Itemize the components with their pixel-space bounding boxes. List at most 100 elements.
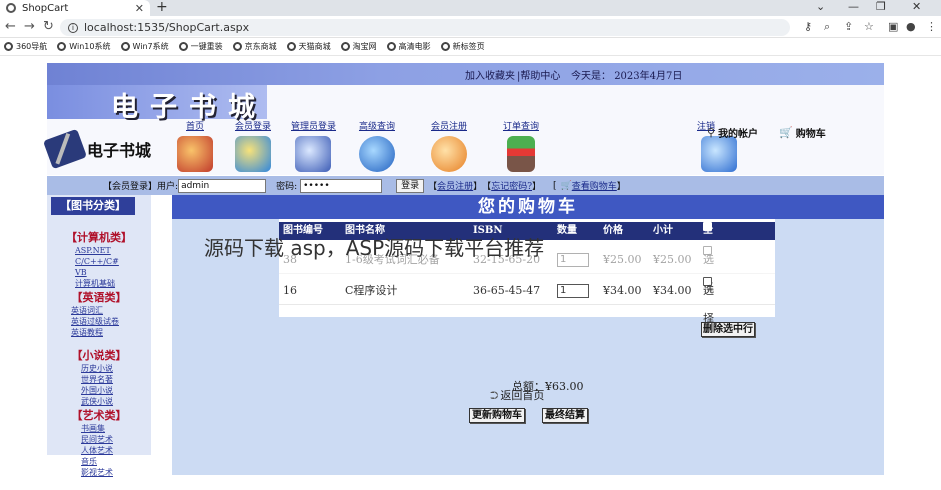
bookmark-item[interactable]: 天猫商城 bbox=[286, 41, 331, 52]
login-button[interactable]: 登录 bbox=[396, 178, 425, 193]
category-link[interactable]: 英语词汇 bbox=[47, 305, 151, 316]
category-link[interactable]: 武侠小说 bbox=[47, 396, 151, 407]
globe-search-icon bbox=[359, 136, 395, 172]
category-link[interactable]: 英语教程 bbox=[47, 327, 151, 338]
forward-arrow-icon[interactable]: → bbox=[24, 19, 35, 34]
cart-link[interactable]: 🛒 购物车 bbox=[779, 125, 826, 140]
book-stack-icon bbox=[507, 136, 535, 172]
globe-icon bbox=[386, 42, 396, 51]
address-bar[interactable]: i localhost:1535/ShopCart.aspx bbox=[60, 19, 790, 36]
register-link[interactable]: 会员注册 bbox=[437, 179, 473, 192]
nav-register[interactable]: 会员注册 bbox=[427, 119, 471, 175]
cart-title: 您的购物车 bbox=[172, 195, 884, 219]
site-header: 电子书城 电子书城 首页 会员登录 管理员登录 高级查询 会员注册 订单查询 注… bbox=[42, 85, 884, 175]
category-title[interactable]: 【英语类】 bbox=[47, 289, 151, 305]
profile-icon[interactable]: ● bbox=[906, 20, 916, 33]
nav-advanced-search[interactable]: 高级查询 bbox=[355, 119, 399, 175]
category-art: 【艺术类】 书画集 民间艺术 人体艺术 音乐 影视艺术 bbox=[47, 407, 151, 478]
category-link[interactable]: 历史小说 bbox=[47, 363, 151, 374]
back-home-link[interactable]: ⮊ 返回首页 bbox=[490, 387, 544, 403]
book-logo-icon bbox=[42, 128, 88, 170]
view-cart-link[interactable]: 查看购物车 bbox=[572, 179, 617, 192]
globe-icon bbox=[6, 3, 16, 13]
category-novel: 【小说类】 历史小说 世界名著 外国小说 武侠小说 bbox=[47, 347, 151, 407]
category-link[interactable]: VB bbox=[47, 267, 151, 278]
category-link[interactable]: 人体艺术 bbox=[47, 445, 151, 456]
table-row: 16 C程序设计 36-65-45-47 1 ¥34.00 ¥34.00 选择 bbox=[279, 277, 775, 325]
category-link[interactable]: 影视艺术 bbox=[47, 467, 151, 478]
col-price: 价格 bbox=[603, 225, 623, 236]
url-text: localhost:1535/ShopCart.aspx bbox=[84, 21, 250, 34]
category-link[interactable]: 音乐 bbox=[47, 456, 151, 467]
sidepanel-icon[interactable]: ▣ bbox=[888, 20, 898, 33]
checkout-button[interactable]: 最终结算 bbox=[542, 408, 588, 423]
browser-tab[interactable]: ShopCart ✕ bbox=[0, 0, 150, 16]
nav-order-query[interactable]: 订单查询 bbox=[499, 119, 543, 175]
new-tab-button[interactable]: + bbox=[156, 0, 168, 14]
tab-title: ShopCart bbox=[22, 2, 69, 14]
bookmarks-bar: 360导航 Win10系统 Win7系统 一键重装 京东商城 天猫商城 淘宝网 … bbox=[0, 38, 941, 56]
bookmark-item[interactable]: Win7系统 bbox=[120, 41, 169, 52]
sidebar-header: 【图书分类】 bbox=[51, 197, 135, 215]
add-favorite-link[interactable]: 加入收藏夹 bbox=[465, 71, 515, 82]
category-link[interactable]: 计算机基础 bbox=[47, 278, 151, 289]
nav-member-login[interactable]: 会员登录 bbox=[231, 119, 275, 175]
category-english: 【英语类】 英语词汇 英语过级试卷 英语教程 bbox=[47, 289, 151, 338]
top-strip: 加入收藏夹 |帮助中心 今天是： 2023年4月7日 bbox=[47, 63, 884, 85]
minimize-button[interactable]: — bbox=[848, 0, 859, 16]
category-link[interactable]: C/C++/C# bbox=[47, 256, 151, 267]
username-input[interactable]: admin bbox=[178, 178, 267, 193]
category-link[interactable]: 民间艺术 bbox=[47, 434, 151, 445]
tab-search-icon[interactable]: ⌄ bbox=[816, 0, 825, 16]
col-qty: 数量 bbox=[557, 225, 577, 236]
category-link[interactable]: 英语过级试卷 bbox=[47, 316, 151, 327]
category-sidebar: 【图书分类】 【计算机类】 ASP.NET C/C++/C# VB 计算机基础 … bbox=[47, 195, 151, 477]
bookmark-item[interactable]: 高清电影 bbox=[386, 41, 431, 52]
bookmark-item[interactable]: 京东商城 bbox=[232, 41, 277, 52]
bookmark-item[interactable]: 一键重装 bbox=[178, 41, 223, 52]
password-input[interactable]: ••••• bbox=[300, 178, 383, 193]
close-window-button[interactable]: ✕ bbox=[912, 0, 921, 16]
update-cart-button[interactable]: 更新购物车 bbox=[469, 408, 525, 423]
site-info-icon[interactable]: i bbox=[68, 22, 78, 33]
category-link[interactable]: 世界名著 bbox=[47, 374, 151, 385]
quantity-input[interactable]: 1 bbox=[557, 253, 589, 267]
quantity-input[interactable]: 1 bbox=[557, 284, 589, 298]
menu-icon[interactable]: ⋮ bbox=[926, 20, 937, 33]
user-label: 用户: bbox=[157, 182, 179, 192]
bookmark-item[interactable]: 360导航 bbox=[4, 41, 47, 52]
my-account-link[interactable]: ⚲ 我的帐户 bbox=[707, 125, 758, 140]
category-link[interactable]: 外国小说 bbox=[47, 385, 151, 396]
register-icon bbox=[431, 136, 467, 172]
globe-icon bbox=[4, 42, 13, 51]
share-icon[interactable]: ⇪ bbox=[844, 20, 853, 33]
back-arrow-icon[interactable]: ← bbox=[5, 19, 16, 34]
tab-bar: ShopCart ✕ + ⌄ — ❐ ✕ bbox=[0, 0, 941, 16]
nav-home[interactable]: 首页 bbox=[173, 119, 217, 175]
category-title[interactable]: 【艺术类】 bbox=[47, 407, 151, 423]
star-icon[interactable]: ☆ bbox=[864, 20, 874, 33]
nav-admin-login[interactable]: 管理员登录 bbox=[291, 119, 336, 175]
category-link[interactable]: 书画集 bbox=[47, 423, 151, 434]
close-tab-icon[interactable]: ✕ bbox=[135, 2, 144, 15]
delete-selected-button[interactable]: 删除选中行 bbox=[701, 322, 755, 337]
bookmark-item[interactable]: 新标签页 bbox=[440, 41, 485, 52]
category-title[interactable]: 【小说类】 bbox=[47, 347, 151, 363]
restore-button[interactable]: ❐ bbox=[876, 0, 886, 16]
back-arrow-icon: ⮊ bbox=[490, 389, 499, 402]
category-title[interactable]: 【计算机类】 bbox=[47, 229, 151, 245]
zoom-icon[interactable]: ⌕ bbox=[824, 20, 830, 34]
cart-icon: 🛒 bbox=[779, 126, 793, 139]
category-computer: 【计算机类】 ASP.NET C/C++/C# VB 计算机基础 bbox=[47, 229, 151, 289]
bookmark-item[interactable]: Win10系统 bbox=[57, 41, 111, 52]
forgot-password-link[interactable]: 忘记密码? bbox=[491, 179, 532, 192]
site-logo[interactable]: 电子书城 bbox=[42, 128, 165, 170]
reload-icon[interactable]: ↻ bbox=[43, 19, 54, 34]
date-display: 今天是： 2023年4月7日 bbox=[571, 71, 683, 82]
bookmark-item[interactable]: 淘宝网 bbox=[340, 41, 377, 52]
category-link[interactable]: ASP.NET bbox=[47, 245, 151, 256]
top-links: 加入收藏夹 |帮助中心 bbox=[465, 71, 561, 82]
books-icon bbox=[235, 136, 271, 172]
help-center-link[interactable]: 帮助中心 bbox=[520, 71, 560, 82]
key-icon[interactable]: ⚷ bbox=[804, 20, 812, 33]
